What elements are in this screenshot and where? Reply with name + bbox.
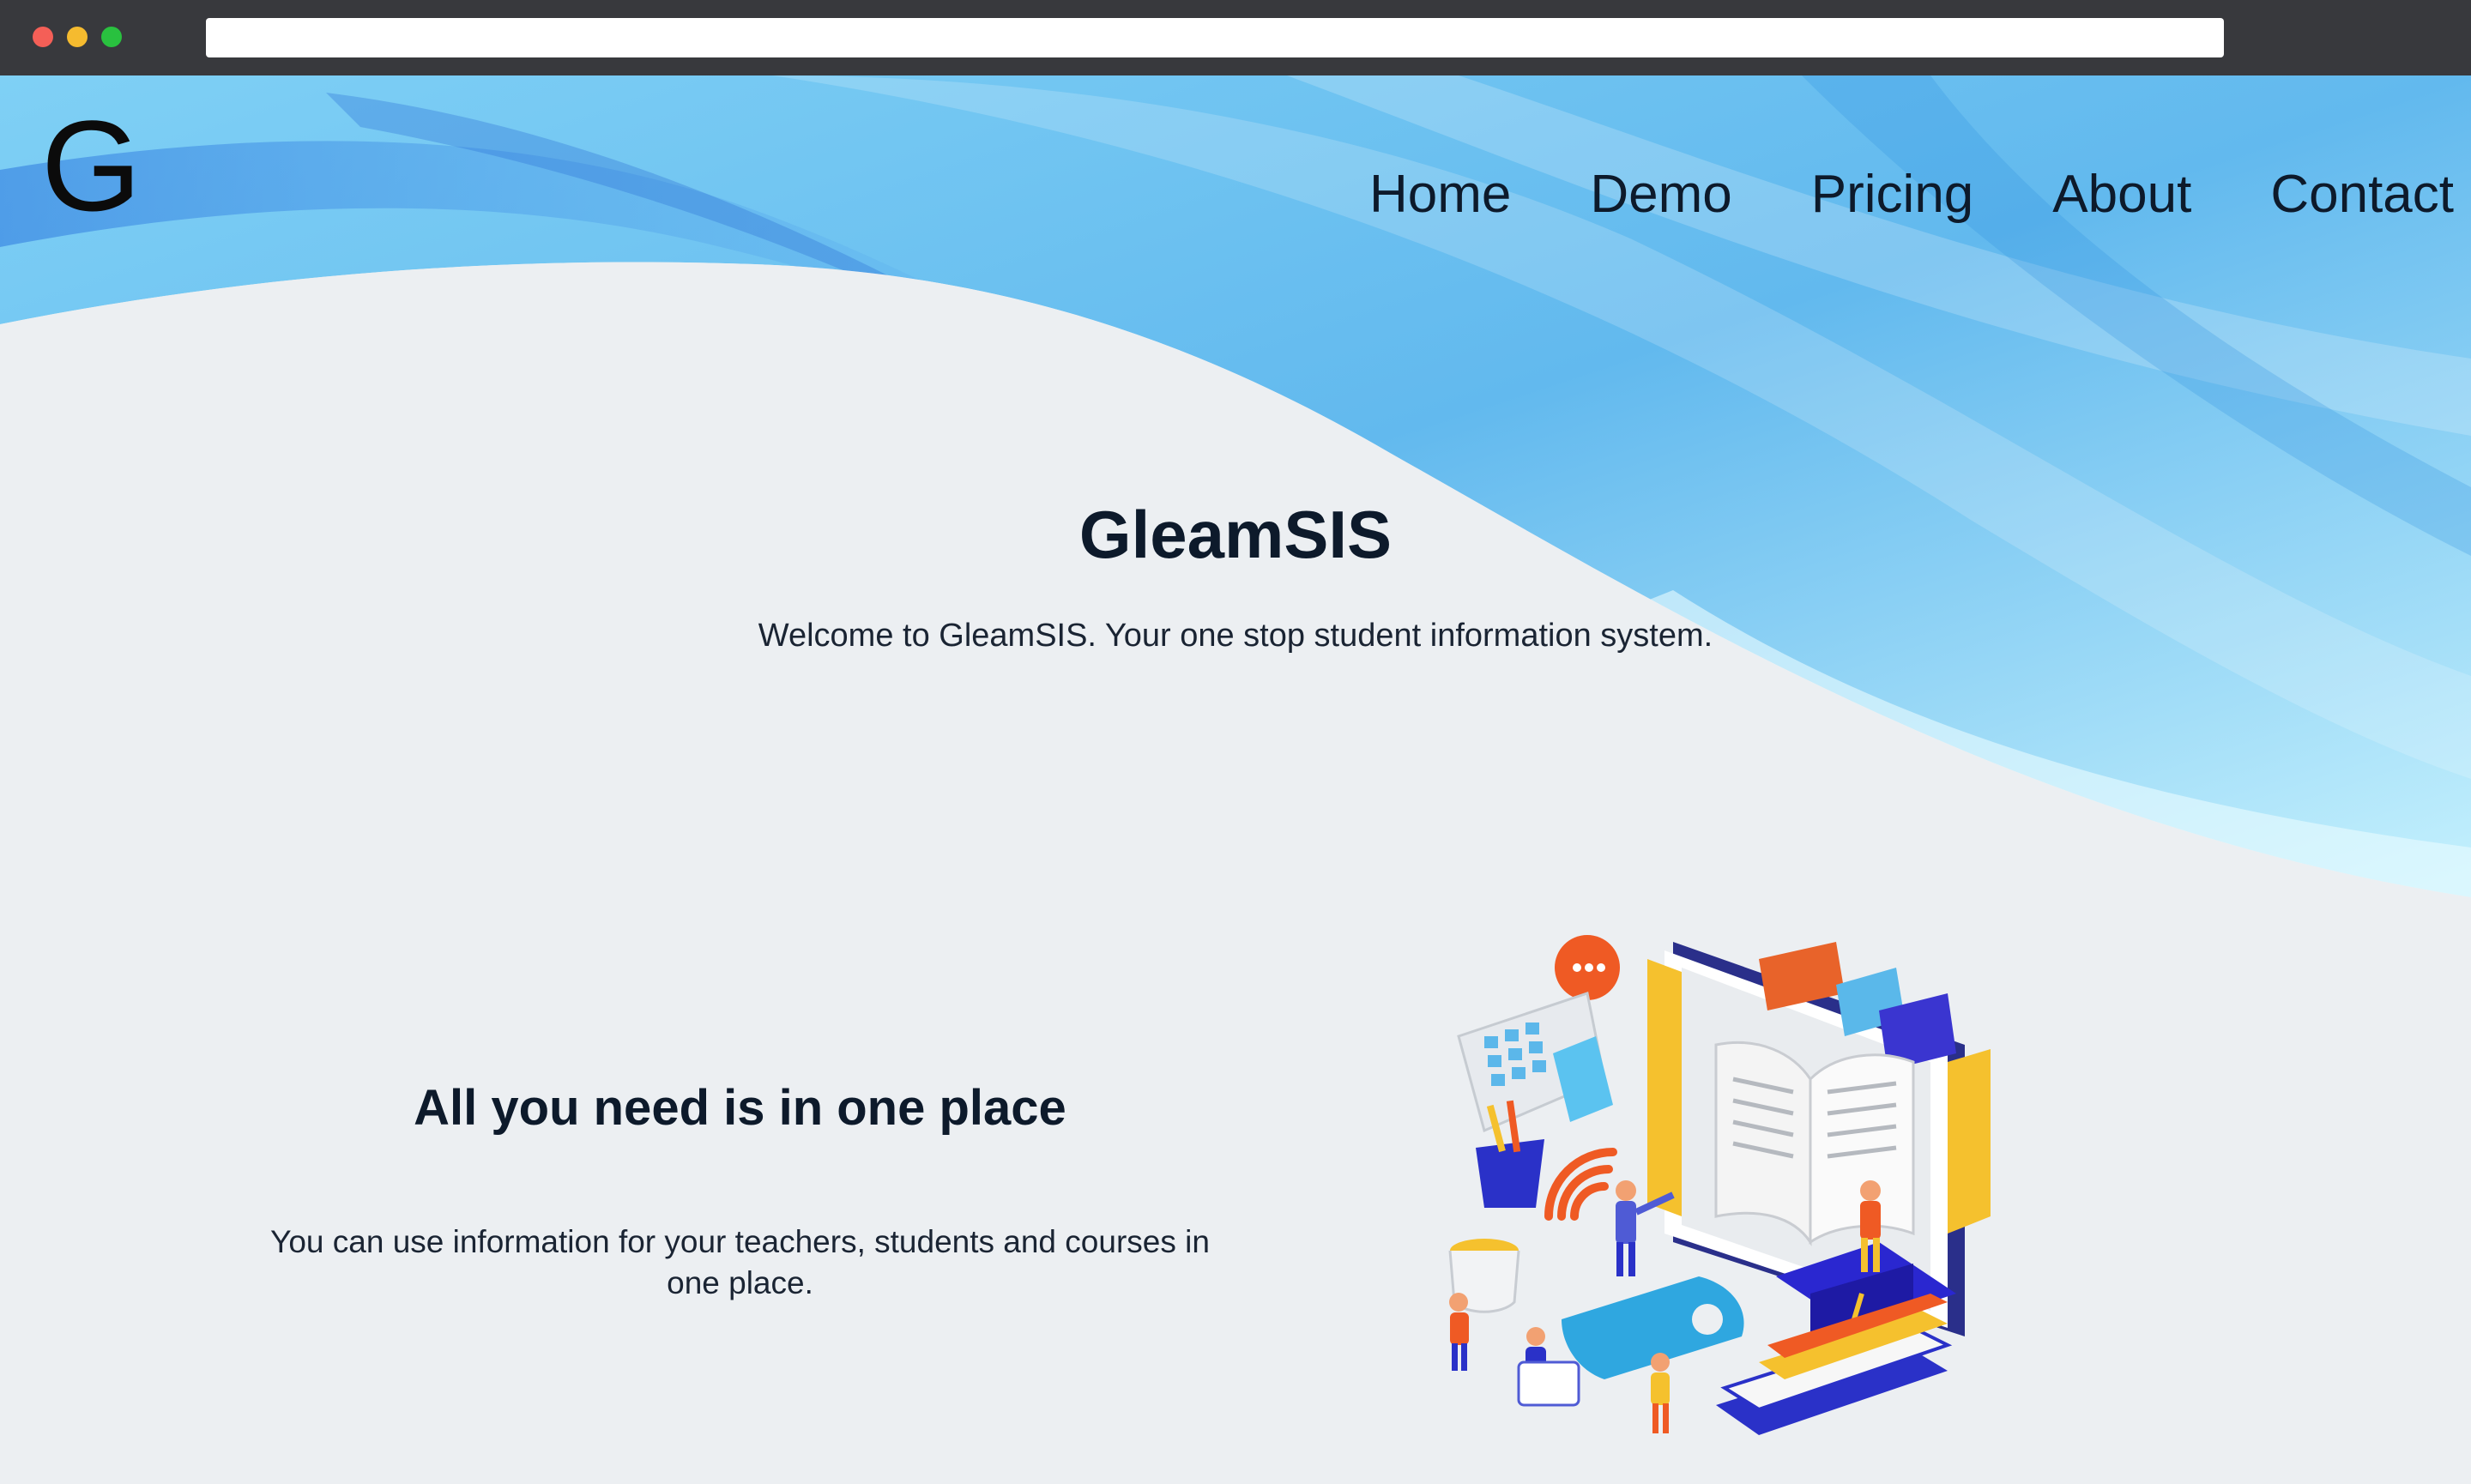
feature-title: All you need is in one place [414, 1080, 1066, 1136]
maximize-window-button[interactable] [101, 27, 122, 47]
page: G Home Demo Pricing About Contact GleamS… [0, 75, 2471, 1484]
address-bar[interactable] [206, 18, 2224, 57]
nav-demo[interactable]: Demo [1590, 168, 1731, 221]
education-illustration-icon [1448, 935, 1991, 1435]
url-input[interactable] [206, 18, 2224, 57]
logo[interactable]: G [41, 101, 142, 230]
nav-home[interactable]: Home [1369, 168, 1511, 221]
main-nav: Home Demo Pricing About Contact [1290, 168, 2454, 221]
close-window-button[interactable] [33, 27, 53, 47]
minimize-window-button[interactable] [67, 27, 88, 47]
browser-chrome [0, 0, 2471, 75]
hero-title: GleamSIS [1078, 497, 1393, 572]
nav-pricing[interactable]: Pricing [1811, 168, 1974, 221]
feature-text: You can use information for your teacher… [270, 1224, 1210, 1300]
nav-about[interactable]: About [2052, 168, 2191, 221]
hero-subtitle: Welcome to GleamSIS. Your one stop stude… [758, 618, 1713, 654]
nav-contact[interactable]: Contact [2270, 168, 2454, 221]
